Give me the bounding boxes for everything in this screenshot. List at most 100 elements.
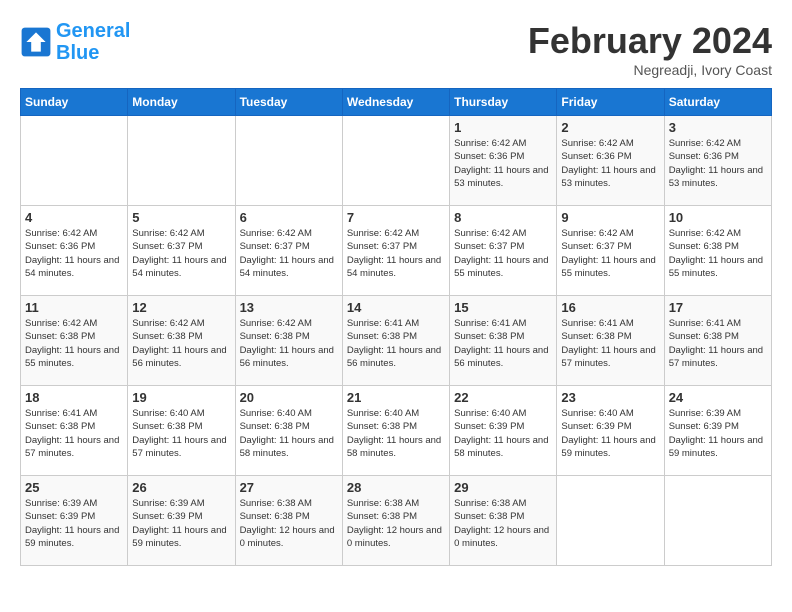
day-cell: 6 Sunrise: 6:42 AM Sunset: 6:37 PM Daylig…: [235, 206, 342, 296]
weekday-header-tuesday: Tuesday: [235, 89, 342, 116]
week-row-5: 25 Sunrise: 6:39 AM Sunset: 6:39 PM Dayli…: [21, 476, 772, 566]
weekday-header-saturday: Saturday: [664, 89, 771, 116]
day-cell: 8 Sunrise: 6:42 AM Sunset: 6:37 PM Daylig…: [450, 206, 557, 296]
day-info: Sunrise: 6:40 AM Sunset: 6:38 PM Dayligh…: [347, 407, 445, 460]
day-cell: 28Sunrise: 6:38 AM Sunset: 6:38 PM Dayli…: [342, 476, 449, 566]
day-number: 25: [25, 480, 123, 495]
weekday-header-friday: Friday: [557, 89, 664, 116]
day-info: Sunrise: 6:40 AM Sunset: 6:39 PM Dayligh…: [561, 407, 659, 460]
day-number: 5: [132, 210, 230, 225]
day-cell: 2Sunrise: 6:42 AM Sunset: 6:36 PM Daylig…: [557, 116, 664, 206]
day-number: 7: [347, 210, 445, 225]
day-cell: 16Sunrise: 6:41 AM Sunset: 6:38 PM Dayli…: [557, 296, 664, 386]
day-info: Sunrise: 6:39 AM Sunset: 6:39 PM Dayligh…: [132, 497, 230, 550]
day-cell: 3Sunrise: 6:42 AM Sunset: 6:36 PM Daylig…: [664, 116, 771, 206]
day-info: Sunrise: 6:42 AM Sunset: 6:36 PM Dayligh…: [561, 137, 659, 190]
day-cell: 14Sunrise: 6:41 AM Sunset: 6:38 PM Dayli…: [342, 296, 449, 386]
day-info: Sunrise: 6:42 AM Sunset: 6:38 PM Dayligh…: [132, 317, 230, 370]
day-cell: 21 Sunrise: 6:40 AM Sunset: 6:38 PM Dayli…: [342, 386, 449, 476]
day-number: 6: [240, 210, 338, 225]
week-row-3: 11 Sunrise: 6:42 AM Sunset: 6:38 PM Dayli…: [21, 296, 772, 386]
day-info: Sunrise: 6:42 AM Sunset: 6:38 PM Dayligh…: [669, 227, 767, 280]
weekday-header-monday: Monday: [128, 89, 235, 116]
day-cell: [664, 476, 771, 566]
day-number: 22: [454, 390, 552, 405]
day-number: 10: [669, 210, 767, 225]
day-info: Sunrise: 6:42 AM Sunset: 6:38 PM Dayligh…: [25, 317, 123, 370]
day-info: Sunrise: 6:41 AM Sunset: 6:38 PM Dayligh…: [25, 407, 123, 460]
weekday-header-sunday: Sunday: [21, 89, 128, 116]
day-info: Sunrise: 6:42 AM Sunset: 6:37 PM Dayligh…: [454, 227, 552, 280]
weekday-header-wednesday: Wednesday: [342, 89, 449, 116]
day-info: Sunrise: 6:39 AM Sunset: 6:39 PM Dayligh…: [669, 407, 767, 460]
day-number: 19: [132, 390, 230, 405]
day-info: Sunrise: 6:42 AM Sunset: 6:37 PM Dayligh…: [132, 227, 230, 280]
day-number: 8: [454, 210, 552, 225]
day-number: 26: [132, 480, 230, 495]
day-info: Sunrise: 6:42 AM Sunset: 6:36 PM Dayligh…: [25, 227, 123, 280]
day-number: 4: [25, 210, 123, 225]
logo-line1: General: [56, 20, 130, 42]
day-cell: 11 Sunrise: 6:42 AM Sunset: 6:38 PM Dayli…: [21, 296, 128, 386]
day-number: 21: [347, 390, 445, 405]
day-number: 1: [454, 120, 552, 135]
day-cell: 12 Sunrise: 6:42 AM Sunset: 6:38 PM Dayli…: [128, 296, 235, 386]
day-info: Sunrise: 6:41 AM Sunset: 6:38 PM Dayligh…: [454, 317, 552, 370]
day-cell: 27Sunrise: 6:38 AM Sunset: 6:38 PM Dayli…: [235, 476, 342, 566]
day-cell: 25 Sunrise: 6:39 AM Sunset: 6:39 PM Dayli…: [21, 476, 128, 566]
day-info: Sunrise: 6:42 AM Sunset: 6:38 PM Dayligh…: [240, 317, 338, 370]
day-number: 11: [25, 300, 123, 315]
day-info: Sunrise: 6:40 AM Sunset: 6:38 PM Dayligh…: [132, 407, 230, 460]
day-cell: 9 Sunrise: 6:42 AM Sunset: 6:37 PM Daylig…: [557, 206, 664, 296]
week-row-1: 1 Sunrise: 6:42 AM Sunset: 6:36 PM Daylig…: [21, 116, 772, 206]
day-cell: 13 Sunrise: 6:42 AM Sunset: 6:38 PM Dayli…: [235, 296, 342, 386]
day-cell: 23 Sunrise: 6:40 AM Sunset: 6:39 PM Dayli…: [557, 386, 664, 476]
week-row-4: 18Sunrise: 6:41 AM Sunset: 6:38 PM Dayli…: [21, 386, 772, 476]
day-cell: [235, 116, 342, 206]
day-info: Sunrise: 6:38 AM Sunset: 6:38 PM Dayligh…: [240, 497, 338, 550]
day-cell: 22 Sunrise: 6:40 AM Sunset: 6:39 PM Dayli…: [450, 386, 557, 476]
day-cell: 18Sunrise: 6:41 AM Sunset: 6:38 PM Dayli…: [21, 386, 128, 476]
day-info: Sunrise: 6:38 AM Sunset: 6:38 PM Dayligh…: [347, 497, 445, 550]
day-number: 14: [347, 300, 445, 315]
day-info: Sunrise: 6:42 AM Sunset: 6:37 PM Dayligh…: [561, 227, 659, 280]
day-cell: 5 Sunrise: 6:42 AM Sunset: 6:37 PM Daylig…: [128, 206, 235, 296]
day-cell: 4 Sunrise: 6:42 AM Sunset: 6:36 PM Daylig…: [21, 206, 128, 296]
day-number: 9: [561, 210, 659, 225]
day-cell: 7Sunrise: 6:42 AM Sunset: 6:37 PM Daylig…: [342, 206, 449, 296]
title-area: February 2024 Negreadji, Ivory Coast: [528, 20, 772, 78]
day-cell: 24 Sunrise: 6:39 AM Sunset: 6:39 PM Dayli…: [664, 386, 771, 476]
day-number: 12: [132, 300, 230, 315]
calendar-body: 1 Sunrise: 6:42 AM Sunset: 6:36 PM Daylig…: [21, 116, 772, 566]
calendar-table: SundayMondayTuesdayWednesdayThursdayFrid…: [20, 88, 772, 566]
day-number: 23: [561, 390, 659, 405]
page-header: General Blue February 2024 Negreadji, Iv…: [20, 20, 772, 78]
calendar-header-row: SundayMondayTuesdayWednesdayThursdayFrid…: [21, 89, 772, 116]
day-info: Sunrise: 6:42 AM Sunset: 6:37 PM Dayligh…: [240, 227, 338, 280]
day-cell: 19 Sunrise: 6:40 AM Sunset: 6:38 PM Dayli…: [128, 386, 235, 476]
day-number: 17: [669, 300, 767, 315]
day-cell: 15 Sunrise: 6:41 AM Sunset: 6:38 PM Dayli…: [450, 296, 557, 386]
logo: General Blue: [20, 20, 130, 64]
day-info: Sunrise: 6:38 AM Sunset: 6:38 PM Dayligh…: [454, 497, 552, 550]
day-cell: 20 Sunrise: 6:40 AM Sunset: 6:38 PM Dayli…: [235, 386, 342, 476]
day-info: Sunrise: 6:41 AM Sunset: 6:38 PM Dayligh…: [669, 317, 767, 370]
day-info: Sunrise: 6:40 AM Sunset: 6:38 PM Dayligh…: [240, 407, 338, 460]
logo-text: General Blue: [56, 20, 130, 64]
logo-icon: [20, 26, 52, 58]
day-info: Sunrise: 6:41 AM Sunset: 6:38 PM Dayligh…: [561, 317, 659, 370]
day-cell: [128, 116, 235, 206]
day-number: 29: [454, 480, 552, 495]
week-row-2: 4 Sunrise: 6:42 AM Sunset: 6:36 PM Daylig…: [21, 206, 772, 296]
day-number: 20: [240, 390, 338, 405]
day-info: Sunrise: 6:39 AM Sunset: 6:39 PM Dayligh…: [25, 497, 123, 550]
day-info: Sunrise: 6:40 AM Sunset: 6:39 PM Dayligh…: [454, 407, 552, 460]
day-number: 24: [669, 390, 767, 405]
location: Negreadji, Ivory Coast: [528, 62, 772, 78]
day-cell: [557, 476, 664, 566]
day-number: 13: [240, 300, 338, 315]
day-info: Sunrise: 6:42 AM Sunset: 6:36 PM Dayligh…: [454, 137, 552, 190]
day-cell: 29 Sunrise: 6:38 AM Sunset: 6:38 PM Dayli…: [450, 476, 557, 566]
day-cell: 10 Sunrise: 6:42 AM Sunset: 6:38 PM Dayli…: [664, 206, 771, 296]
day-number: 15: [454, 300, 552, 315]
